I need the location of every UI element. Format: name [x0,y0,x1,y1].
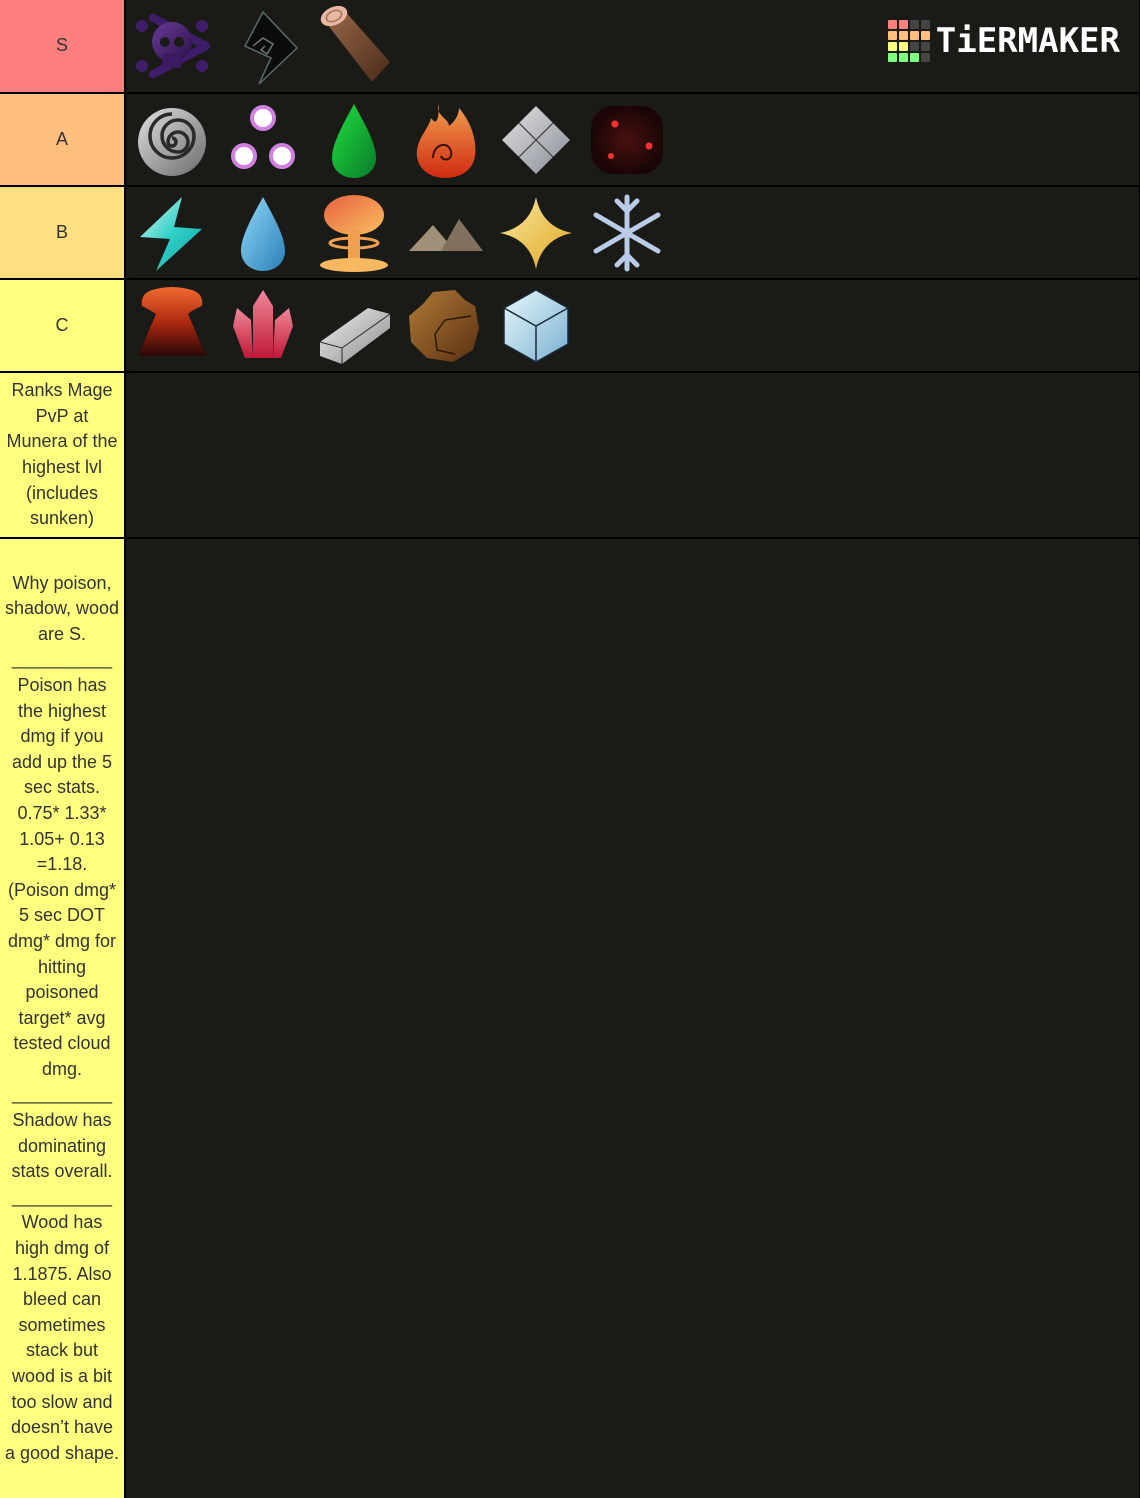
water-drop-icon [240,196,285,271]
tier-row-c: C [0,280,1140,371]
ice-cube-icon [502,288,569,363]
logo-cell [887,53,897,62]
crystal-icon [232,289,293,358]
tier-row-info: Ranks Mage PvP at Munera of the highest … [0,373,1140,537]
tier-item-blood[interactable] [581,94,672,185]
logo-cell [920,53,930,62]
tier-item-water[interactable] [217,187,308,278]
tier-list-board: S A B C Ranks Mage PvP at Munera of the … [0,0,1140,1498]
tier-label-s[interactable]: S [0,0,124,92]
three-orbs-icon [230,104,295,169]
swirl-icon [137,107,206,176]
logo-cell [898,20,908,29]
tier-item-sand[interactable] [399,187,490,278]
tier-item-light-orbs[interactable] [217,94,308,185]
tier-items-b[interactable] [126,187,1139,278]
logo-cell [909,31,919,40]
logo-text: TiERMAKER [935,21,1120,61]
logo-cell [887,42,897,51]
logo-cell [898,42,908,51]
log-icon [320,6,390,82]
tier-item-magma[interactable] [126,280,217,371]
tier-item-light[interactable] [490,187,581,278]
volcano-icon [137,286,206,356]
logo-cell [909,20,919,29]
tier-label-a[interactable]: A [0,94,124,185]
logo-cell [920,20,930,29]
diamond-tiles-icon [501,105,570,174]
logo-cell [898,31,908,40]
logo-cell [898,53,908,62]
tier-item-poison[interactable] [126,1,217,92]
tier-item-snow[interactable] [581,187,672,278]
tier-items-c[interactable] [126,280,1139,371]
tier-row-a: A [0,94,1140,185]
metal-ingot-icon [319,307,390,364]
shadow-spiral-icon [243,10,298,85]
logo-cell [920,42,930,51]
tier-items-info[interactable] [126,373,1139,537]
dunes-icon [408,218,483,251]
mushroom-cloud-icon [319,194,388,272]
boulder-icon [408,289,479,362]
logo-cell [920,31,930,40]
green-drop-icon [331,103,376,178]
tier-items-notes[interactable] [126,539,1139,1498]
tier-item-wind[interactable] [126,94,217,185]
snowflake-icon [593,194,660,271]
logo-cell [909,42,919,51]
flame-icon [416,103,475,178]
tier-item-ice[interactable] [490,280,581,371]
tier-label-notes[interactable]: Why poison, shadow, wood are S. ________… [0,539,124,1498]
tier-item-metal[interactable] [308,280,399,371]
skull-crossbones-icon [135,13,210,79]
tier-row-b: B [0,187,1140,278]
tier-label-b[interactable]: B [0,187,124,278]
tier-item-acid[interactable] [308,94,399,185]
logo-cell [887,31,897,40]
tier-item-earth[interactable] [399,280,490,371]
tier-label-c[interactable]: C [0,280,124,371]
tier-row-notes: Why poison, shadow, wood are S. ________… [0,539,1140,1498]
tier-item-lightning[interactable] [126,187,217,278]
tier-items-a[interactable] [126,94,1139,185]
tier-item-glass[interactable] [490,94,581,185]
logo-grid-icon [887,20,930,62]
dark-red-dots-icon [590,105,663,174]
logo-cell [909,53,919,62]
tier-item-shadow[interactable] [217,1,308,92]
tier-label-info[interactable]: Ranks Mage PvP at Munera of the highest … [0,373,124,537]
lightning-bolt-icon [139,196,202,271]
four-point-star-icon [499,196,572,269]
tiermaker-logo: TiERMAKER [887,20,1120,62]
tier-item-wood[interactable] [308,1,399,92]
tier-item-crystal[interactable] [217,280,308,371]
logo-cell [887,20,897,29]
tier-item-explosion[interactable] [308,187,399,278]
tier-item-fire[interactable] [399,94,490,185]
